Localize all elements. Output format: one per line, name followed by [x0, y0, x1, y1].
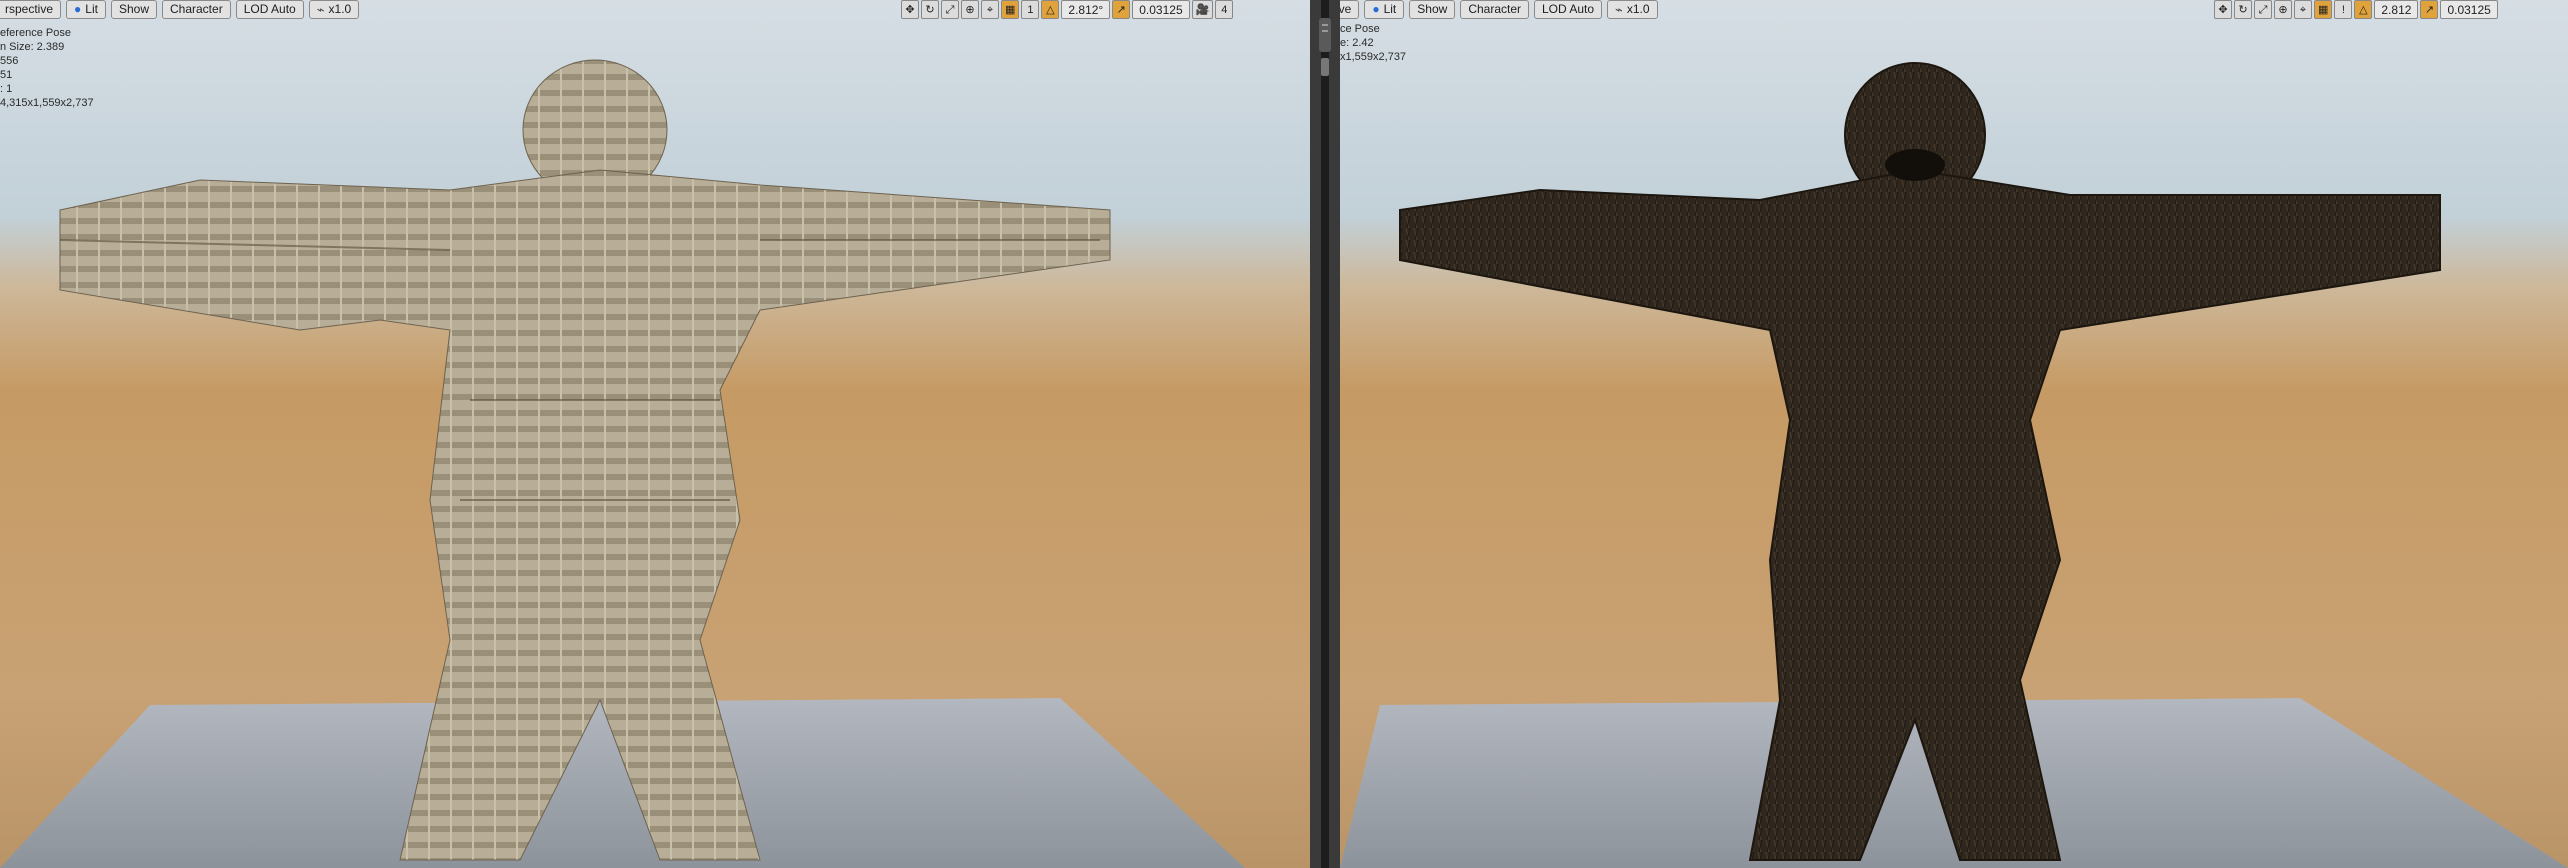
globe-icon[interactable]: ⊕ [2274, 0, 2292, 19]
info-line: ce Pose [1340, 23, 1380, 35]
scale-snap-icon[interactable]: ↗ [1112, 0, 1131, 19]
show-button[interactable]: Show [1409, 0, 1456, 19]
transform-toolbar: ✥ ↻ ⤢ ⊕ ⌖ ▦ 1 △ 2.812° ↗ 0.03125 🎥 4 [901, 0, 1234, 20]
viewport-scene-light-fur [0, 0, 1310, 868]
info-line: n Size: 2.389 [0, 41, 65, 53]
viewport-toolbar: ive ●Lit Show Character LOD Auto ⌁x1.0 [1340, 0, 1658, 20]
viewport-info-overlay: ce Pose e: 2.42 x1,559x2,737 [1340, 22, 1406, 64]
angle-snap-value[interactable]: 2.812 [2374, 0, 2419, 19]
angle-snap-icon[interactable]: △ [1041, 0, 1060, 19]
right-viewport[interactable]: ive ●Lit Show Character LOD Auto ⌁x1.0 ✥… [1340, 0, 2568, 868]
view-mode-button[interactable]: ive [1340, 0, 1360, 19]
scale-icon[interactable]: ⤢ [941, 0, 959, 19]
viewport-splitter[interactable] [1310, 0, 1340, 868]
show-button[interactable]: Show [110, 0, 157, 19]
splitter-bar [1321, 0, 1329, 868]
scale-snap-value[interactable]: 0.03125 [1132, 0, 1190, 19]
surface-snap-icon[interactable]: ⌖ [981, 0, 999, 19]
scale-snap-value[interactable]: 0.03125 [2440, 0, 2498, 19]
lit-button[interactable]: ● Lit [66, 0, 106, 19]
camera-speed-value[interactable]: 4 [1215, 0, 1234, 19]
handle-tick [1322, 30, 1328, 32]
splitter-grip[interactable] [1321, 58, 1329, 76]
left-viewport[interactable]: rspective ● Lit Show Character LOD Auto ⌁… [0, 0, 1310, 868]
info-line: : 1 [0, 83, 13, 95]
lit-button[interactable]: ● Lit [1364, 0, 1405, 19]
info-line: x1,559x2,737 [1340, 51, 1407, 63]
surface-snap-icon[interactable]: ⌖ [2294, 0, 2312, 19]
info-line: 556 [0, 55, 19, 67]
grid-size-value[interactable]: 1 [1021, 0, 1040, 19]
handle-tick [1322, 24, 1328, 26]
rotate-icon[interactable]: ↻ [921, 0, 939, 19]
scale-icon[interactable]: ⤢ [2254, 0, 2272, 19]
camera-speed-icon[interactable]: 🎥 [1191, 0, 1214, 19]
globe-icon[interactable]: ⊕ [961, 0, 979, 19]
viewport-scene-dark-fur [1340, 0, 2568, 868]
speed-icon: ⌁ [1615, 2, 1623, 17]
viewport-info-overlay: eference Pose n Size: 2.389 556 51 : 1 4… [0, 26, 94, 110]
grid-snap-icon[interactable]: ▦ [2314, 0, 2333, 19]
lit-sphere-icon: ● [74, 2, 82, 16]
angle-snap-value[interactable]: 2.812° [1061, 0, 1111, 19]
angle-snap-icon[interactable]: △ [2354, 0, 2373, 19]
playback-speed-button[interactable]: ⌁ x1.0 [308, 0, 360, 19]
playback-speed-button[interactable]: ⌁ x1.0 [1607, 0, 1658, 19]
info-line: e: 2.42 [1340, 37, 1374, 49]
info-line: eference Pose [0, 27, 71, 39]
transform-toolbar: ✥ ↻ ⤢ ⊕ ⌖ ▦ ! △ 2.812 ↗ 0.03125 [2214, 0, 2498, 20]
scale-snap-icon[interactable]: ↗ [2420, 0, 2439, 19]
viewport-toolbar: rspective ● Lit Show Character LOD Auto ⌁… [0, 0, 360, 20]
lod-button[interactable]: LOD Auto [235, 0, 304, 19]
grid-snap-icon[interactable]: ▦ [1001, 0, 1020, 19]
info-line: 51 [0, 69, 13, 81]
character-button[interactable]: Character [1460, 0, 1529, 19]
rotate-icon[interactable]: ↻ [2234, 0, 2252, 19]
move-icon[interactable]: ✥ [2214, 0, 2232, 19]
lit-sphere-icon: ● [1372, 2, 1380, 16]
info-line: 4,315x1,559x2,737 [0, 97, 94, 109]
speed-icon: ⌁ [316, 2, 325, 17]
grid-size-value[interactable]: ! [2334, 0, 2353, 19]
view-mode-button[interactable]: rspective [0, 0, 62, 19]
move-icon[interactable]: ✥ [901, 0, 919, 19]
lod-button[interactable]: LOD Auto [1534, 0, 1603, 19]
character-button[interactable]: Character [162, 0, 231, 19]
